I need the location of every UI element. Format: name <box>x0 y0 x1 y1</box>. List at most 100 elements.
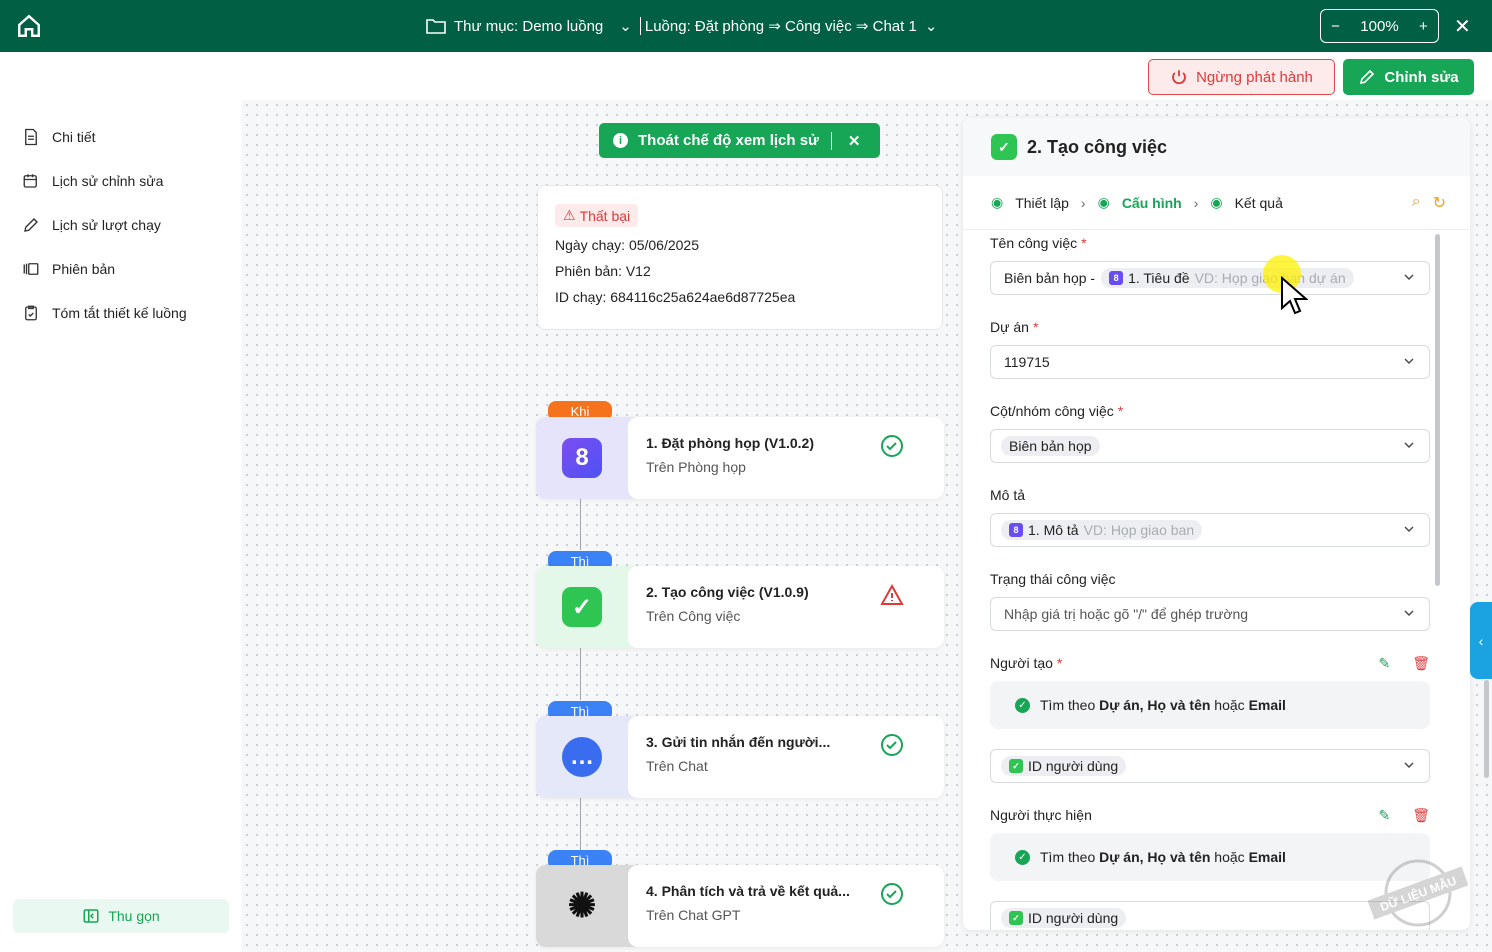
success-check-icon <box>880 882 904 906</box>
field-label: Cột/nhóm công việc <box>990 403 1114 419</box>
zoom-control: − 100% + <box>1320 9 1439 43</box>
search-icon[interactable]: ⌕ <box>1412 193 1421 213</box>
check-circle-icon: ✓ <box>1015 849 1030 865</box>
config-form: Tên công việc * Biên bản họp -8 1. Tiêu đề… <box>990 233 1430 930</box>
status-text: Thất bại <box>579 207 631 224</box>
check-circle-icon: ✓ <box>1015 697 1030 713</box>
trash-icon[interactable]: 🗑 <box>1412 807 1430 824</box>
connector <box>580 498 581 550</box>
sidebar-item-flow-summary[interactable]: Tóm tắt thiết kế luồng <box>22 304 187 322</box>
chevron-down-icon[interactable]: ⌄ <box>619 17 632 35</box>
flow-node[interactable]: … 3. Gửi tin nhắn đến người... Trên Chat <box>536 716 944 798</box>
flow-node[interactable]: 8 1. Đặt phòng họp (V1.0.2) Trên Phòng h… <box>536 417 944 499</box>
tab-result[interactable]: Kết quả <box>1235 195 1283 211</box>
lookup-text: Email <box>1248 697 1286 713</box>
sidebar-item-details[interactable]: Chi tiết <box>22 128 96 146</box>
node-subtitle: Trên Chat <box>646 758 708 774</box>
close-icon[interactable]: ✕ <box>848 132 861 150</box>
node-body: 1. Đặt phòng họp (V1.0.2) Trên Phòng họp <box>628 417 944 499</box>
exit-history-banner[interactable]: i Thoát chế độ xem lịch sử ✕ <box>599 123 880 158</box>
zoom-out-button[interactable]: − <box>1331 18 1340 35</box>
tab-config[interactable]: Cấu hình <box>1122 195 1182 211</box>
flow-selector[interactable]: Luồng: Đặt phòng ⇒ Công việc ⇒ Chat 1 <box>645 17 917 35</box>
field-label: Mô tả <box>990 487 1026 503</box>
success-check-icon <box>880 434 904 458</box>
home-icon[interactable] <box>16 13 42 39</box>
watermark-stamp: DỮ LIỆU MẪU <box>1367 858 1469 928</box>
edit-button[interactable]: Chỉnh sửa <box>1343 59 1474 95</box>
edit-label: Chỉnh sửa <box>1384 68 1459 86</box>
sidebar-item-edit-history[interactable]: Lịch sử chỉnh sửa <box>22 172 163 190</box>
edit-icon[interactable]: ✎ <box>1378 655 1390 672</box>
run-id-label: ID chạy: <box>555 289 607 305</box>
folder-icon <box>426 19 446 34</box>
check-circle-icon: ◉ <box>1097 194 1110 210</box>
task-name-field[interactable]: Biên bản họp -81. Tiêu đềVD: Họp giao ba… <box>990 261 1430 295</box>
chevron-down-icon[interactable] <box>1403 523 1415 535</box>
trash-icon[interactable]: 🗑 <box>1412 655 1430 672</box>
column-select[interactable]: Biên bản họp <box>990 429 1430 463</box>
node-body: 4. Phân tích và trả về kết quả... Trên C… <box>628 865 944 947</box>
lookup-text: hoặc <box>1210 697 1249 713</box>
token-label: ID người dùng <box>1028 758 1119 774</box>
chatgpt-icon: ✺ <box>567 887 597 925</box>
panel-toggle-button[interactable]: ‹ <box>1470 602 1492 679</box>
close-button[interactable]: ✕ <box>1454 14 1471 39</box>
description-field[interactable]: 8 1. Mô tả VD: Họp giao ban <box>990 513 1430 547</box>
run-date: 05/06/2025 <box>628 237 700 253</box>
chevron-down-icon[interactable] <box>1403 607 1415 619</box>
mouse-cursor-icon <box>1281 276 1308 315</box>
zoom-in-button[interactable]: + <box>1419 18 1428 35</box>
exit-history-label: Thoát chế độ xem lịch sử <box>638 132 819 149</box>
chevron-down-icon[interactable] <box>1403 355 1415 367</box>
refresh-icon[interactable]: ↻ <box>1433 193 1446 213</box>
panel-header: ✓ 2. Tạo công việc <box>963 118 1470 176</box>
node-icon-area: … <box>536 716 628 798</box>
step-tabs: ◉ Thiết lập › ◉ Cấu hình › ◉ Kết quả ⌕ ↻ <box>963 176 1470 230</box>
edit-icon[interactable]: ✎ <box>1378 807 1390 824</box>
run-id: 684116c25a624ae6d87725ea <box>610 289 796 305</box>
collapse-button[interactable]: Thu gọn <box>13 899 229 933</box>
lookup-text: hoặc <box>1210 849 1249 865</box>
tab-setup[interactable]: Thiết lập <box>1015 195 1069 211</box>
chevron-down-icon[interactable] <box>1403 439 1415 451</box>
project-select[interactable]: 119715 <box>990 345 1430 379</box>
sidebar-item-run-history[interactable]: Lịch sử lượt chạy <box>22 216 161 234</box>
assignee-select[interactable]: ✓ ID người dùng <box>990 901 1430 930</box>
connector <box>580 798 581 850</box>
meeting-app-icon: 8 <box>562 438 602 478</box>
sidebar-item-versions[interactable]: Phiên bản <box>22 260 115 278</box>
sidebar-item-label: Tóm tắt thiết kế luồng <box>52 305 187 321</box>
folder-selector[interactable]: Thư mục: Demo luồng <box>454 18 603 35</box>
success-check-icon <box>880 733 904 757</box>
panel-title: 2. Tạo công việc <box>1027 136 1168 157</box>
field-label: Tên công việc <box>990 235 1078 251</box>
chevron-down-icon[interactable]: ⌄ <box>925 17 938 35</box>
versions-icon <box>23 263 39 275</box>
field-label: Dự án <box>990 319 1029 335</box>
node-subtitle: Trên Công việc <box>646 608 741 624</box>
chevron-down-icon[interactable] <box>1403 271 1415 283</box>
token-label: Biên bản họp <box>1009 438 1092 454</box>
field-label: Người tạo <box>990 655 1053 671</box>
chevron-down-icon[interactable] <box>1403 759 1415 771</box>
collapse-label: Thu gọn <box>108 908 160 924</box>
lookup-info: ✓ Tìm theo Dự án, Họ và tên hoặc Email <box>990 833 1430 881</box>
lookup-text: Tìm theo <box>1040 697 1100 713</box>
task-app-icon: ✓ <box>1009 759 1023 773</box>
flow-node[interactable]: ✺ 4. Phân tích và trả về kết quả... Trên… <box>536 865 944 947</box>
field-placeholder: Nhập giá trị hoặc gõ "/" để ghép trường <box>1004 606 1249 622</box>
creator-select[interactable]: ✓ ID người dùng <box>990 749 1430 783</box>
task-status-field[interactable]: Nhập giá trị hoặc gõ "/" để ghép trường <box>990 597 1430 631</box>
run-info-card: ⚠ Thất bại Ngày chạy: 05/06/2025 Phiên bả… <box>537 185 943 330</box>
lookup-text: Dự án, Họ và tên <box>1099 849 1211 865</box>
token-label: 1. Mô tả <box>1028 522 1079 538</box>
unpublish-button[interactable]: Ngừng phát hành <box>1148 59 1335 95</box>
panel-scrollbar[interactable] <box>1435 234 1440 586</box>
canvas-scrollbar[interactable] <box>1484 680 1489 778</box>
task-app-icon: ✓ <box>1009 911 1023 925</box>
token-label: 1. Tiêu đề <box>1128 270 1190 286</box>
lookup-info: ✓ Tìm theo Dự án, Họ và tên hoặc Email <box>990 681 1430 729</box>
flow-node[interactable]: ✓ 2. Tạo công việc (V1.0.9) Trên Công vi… <box>536 566 944 648</box>
sidebar-item-label: Phiên bản <box>52 261 116 277</box>
